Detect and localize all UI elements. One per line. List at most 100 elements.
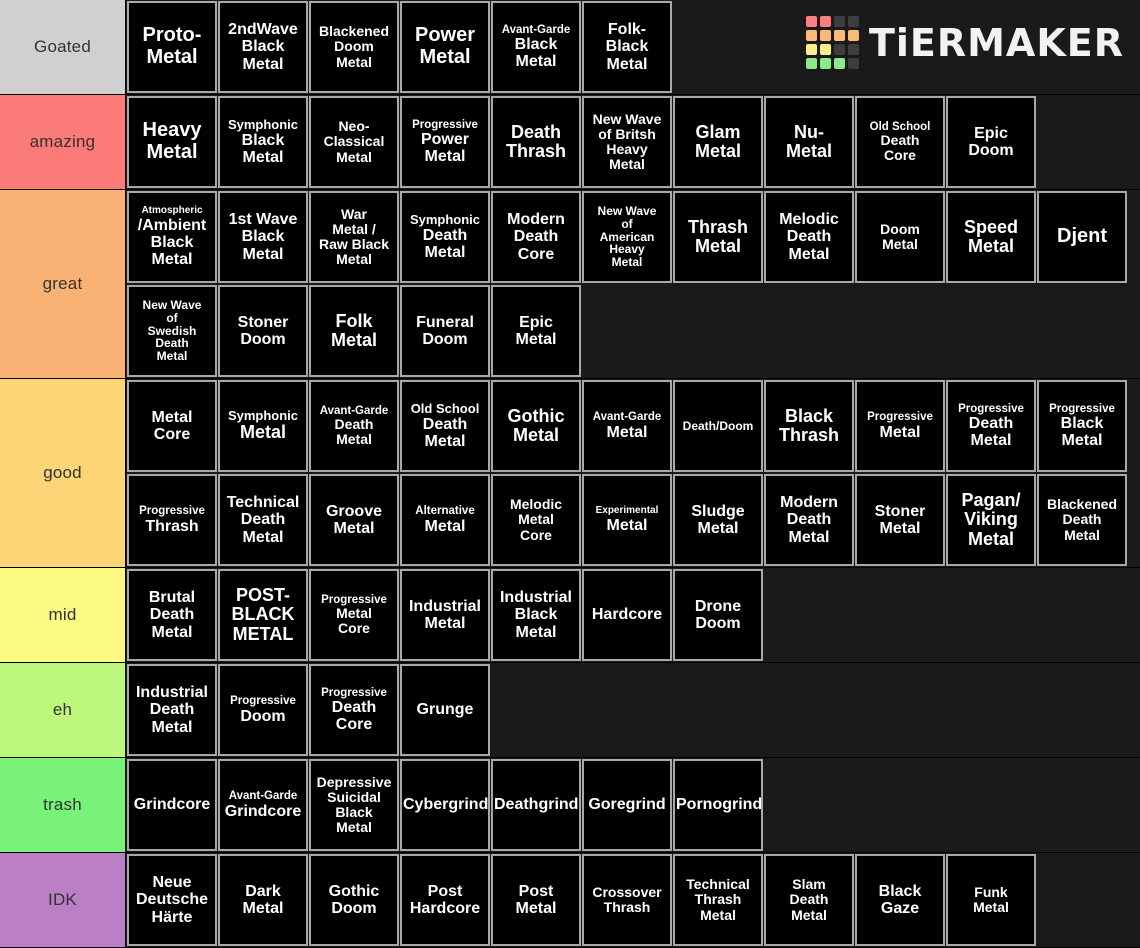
tier-tile[interactable]: Slam Death Metal [764,854,854,946]
tier-tile[interactable]: Speed Metal [946,191,1036,283]
tier-tile[interactable]: Neo- Classical Metal [309,96,399,188]
tier-tile[interactable]: Technical Death Metal [218,474,308,566]
tier-tile[interactable]: Black Thrash [764,380,854,472]
tier-tile[interactable]: Nu- Metal [764,96,854,188]
tier-tile[interactable]: Progressive Thrash [127,474,217,566]
tier-tile[interactable]: Modern Death Core [491,191,581,283]
tier-tile[interactable]: Deathgrind [491,759,581,851]
tier-tile[interactable]: Avant-Garde Metal [582,380,672,472]
tier-tile[interactable]: Doom Metal [855,191,945,283]
tier-tile[interactable]: Industrial Black Metal [491,569,581,661]
tier-tile[interactable]: 2ndWave Black Metal [218,1,308,93]
tier-tile[interactable]: Black Gaze [855,854,945,946]
tier-tile[interactable]: Epic Doom [946,96,1036,188]
tier-tile[interactable]: Epic Metal [491,285,581,377]
tier-tile[interactable]: Glam Metal [673,96,763,188]
tier-tile[interactable]: Melodic Metal Core [491,474,581,566]
tier-tile[interactable]: Djent [1037,191,1127,283]
tier-label-mid[interactable]: mid [0,568,126,662]
tier-tile[interactable]: Stoner Doom [218,285,308,377]
tier-tile-label: Atmospheric/Ambient Black Metal [130,205,214,269]
tier-label-goated[interactable]: Goated [0,0,126,94]
tier-tile[interactable]: Technical Thrash Metal [673,854,763,946]
tier-tile[interactable]: Old School Death Metal [400,380,490,472]
tier-tile[interactable]: Funeral Doom [400,285,490,377]
tier-label-trash[interactable]: trash [0,758,126,852]
tier-tile[interactable]: Sludge Metal [673,474,763,566]
tier-tile[interactable]: Progressive Metal Core [309,569,399,661]
tier-tile[interactable]: POST- BLACK METAL [218,569,308,661]
tier-tile[interactable]: Progressive Doom [218,664,308,756]
tier-tile[interactable]: New Wave of Britsh Heavy Metal [582,96,672,188]
tier-tile[interactable]: Progressive Death Metal [946,380,1036,472]
tier-tile[interactable]: Thrash Metal [673,191,763,283]
tier-tile[interactable]: Groove Metal [309,474,399,566]
tier-tile[interactable]: War Metal / Raw Black Metal [309,191,399,283]
tier-tile[interactable]: Modern Death Metal [764,474,854,566]
tier-tile[interactable]: Crossover Thrash [582,854,672,946]
tier-tile[interactable]: Death/Doom [673,380,763,472]
tier-tile[interactable]: Depressive Suicidal Black Metal [309,759,399,851]
tier-tile[interactable]: Heavy Metal [127,96,217,188]
tier-tile[interactable]: Old School Death Core [855,96,945,188]
tier-tile[interactable]: Progressive Death Core [309,664,399,756]
tier-tile[interactable]: Industrial Metal [400,569,490,661]
tier-tile[interactable]: Symphonic Metal [218,380,308,472]
tier-tile[interactable]: Progressive Black Metal [1037,380,1127,472]
tier-tile[interactable]: Blackened Death Metal [1037,474,1127,566]
tier-label-eh[interactable]: eh [0,663,126,757]
tier-tile[interactable]: Alternative Metal [400,474,490,566]
tier-tile[interactable]: Cybergrind [400,759,490,851]
tier-tile[interactable]: Hardcore [582,569,672,661]
tier-drop-area[interactable]: Heavy Metal Symphonic Black Metal Neo- Classic… [126,95,1140,189]
tier-tile[interactable]: Grindcore [127,759,217,851]
tier-tile[interactable]: Post Metal [491,854,581,946]
tier-tile[interactable]: Industrial Death Metal [127,664,217,756]
tier-row: eh Industrial Death Metal Progressive Doom Pro… [0,663,1140,758]
tier-tile[interactable]: Experimental Metal [582,474,672,566]
tier-tile[interactable]: Proto- Metal [127,1,217,93]
tier-tile[interactable]: Stoner Metal [855,474,945,566]
tier-tile[interactable]: Avant-Garde Death Metal [309,380,399,472]
tier-drop-area[interactable]: Metal Core Symphonic Metal Avant-Garde Death M… [126,379,1140,567]
tier-tile[interactable]: Funk Metal [946,854,1036,946]
tier-drop-area[interactable]: Proto- Metal 2ndWave Black Metal Blackened Doo… [126,0,1140,94]
tier-tile[interactable]: Pagan/Viking Metal [946,474,1036,566]
tier-label-amazing[interactable]: amazing [0,95,126,189]
tier-tile[interactable]: New Wave of Swedish Death Metal [127,285,217,377]
tier-tile[interactable]: Gothic Doom [309,854,399,946]
tier-tile[interactable]: Grunge [400,664,490,756]
tier-tile[interactable]: Power Metal [400,1,490,93]
tier-tile[interactable]: Dark Metal [218,854,308,946]
tier-tile[interactable]: Goregrind [582,759,672,851]
tier-tile[interactable]: Avant-Garde Black Metal [491,1,581,93]
tier-tile[interactable]: Post Hardcore [400,854,490,946]
tier-tile[interactable]: Progressive Power Metal [400,96,490,188]
tier-drop-area[interactable]: Brutal Death Metal POST- BLACK METAL Progressi… [126,568,1140,662]
tier-tile[interactable]: Symphonic Black Metal [218,96,308,188]
tier-drop-area[interactable]: Grindcore Avant-Garde Grindcore Depressive S… [126,758,1140,852]
tier-tile[interactable]: Pornogrind [673,759,763,851]
tier-tile[interactable]: Avant-Garde Grindcore [218,759,308,851]
tier-drop-area[interactable]: Neue Deutsche Härte Dark Metal Gothic Doom Post… [126,853,1140,947]
tier-tile[interactable]: Blackened Doom Metal [309,1,399,93]
tier-tile[interactable]: Brutal Death Metal [127,569,217,661]
tier-tile[interactable]: Progressive Metal [855,380,945,472]
tier-tile[interactable]: Melodic Death Metal [764,191,854,283]
tier-tile[interactable]: Neue Deutsche Härte [127,854,217,946]
tier-tile[interactable]: 1st Wave Black Metal [218,191,308,283]
tier-tile[interactable]: Folk Metal [309,285,399,377]
tier-tile[interactable]: Drone Doom [673,569,763,661]
tier-tile[interactable]: Atmospheric/Ambient Black Metal [127,191,217,283]
tier-label-good[interactable]: good [0,379,126,567]
tier-label-idk[interactable]: IDK [0,853,126,947]
tier-tile[interactable]: New Wave of American Heavy Metal [582,191,672,283]
tier-tile[interactable]: Death Thrash [491,96,581,188]
tier-drop-area[interactable]: Industrial Death Metal Progressive Doom Progr… [126,663,1140,757]
tier-label-great[interactable]: great [0,190,126,378]
tier-tile[interactable]: Gothic Metal [491,380,581,472]
tier-tile[interactable]: Folk- Black Metal [582,1,672,93]
tier-tile[interactable]: Metal Core [127,380,217,472]
tier-drop-area[interactable]: Atmospheric/Ambient Black Metal 1st Wave Bla… [126,190,1140,378]
tier-tile[interactable]: Symphonic Death Metal [400,191,490,283]
